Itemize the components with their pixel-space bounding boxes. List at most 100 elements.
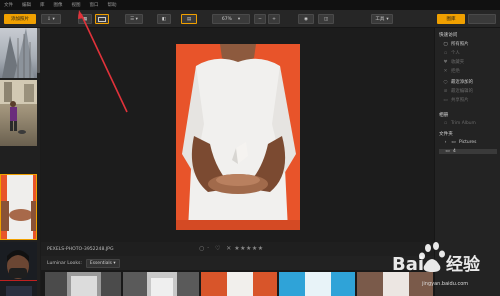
thumbnail-selected[interactable] bbox=[0, 174, 37, 240]
sidebar-item-recently-edited[interactable]: ⊘ 最近编辑的 bbox=[443, 88, 473, 95]
hands-photo bbox=[176, 44, 300, 230]
zoom-in-button[interactable]: + bbox=[268, 14, 280, 24]
folder-item-pictures[interactable]: › ▭ Pictures bbox=[443, 140, 477, 145]
looks-category-value: Essentials bbox=[89, 260, 112, 266]
person-icon: ▫ bbox=[443, 50, 448, 56]
sidebar-item-label: 收藏夹 bbox=[451, 60, 465, 65]
look-preview-1[interactable] bbox=[45, 272, 121, 296]
sidebar-item-label: 最近编辑的 bbox=[451, 89, 473, 94]
chevron-right-icon: › bbox=[444, 140, 447, 145]
look-preview-2[interactable] bbox=[123, 272, 199, 296]
main-photo[interactable] bbox=[176, 44, 300, 230]
folder-label: Pictures bbox=[459, 140, 477, 145]
looks-strip bbox=[41, 270, 434, 296]
sidebar-item-rejected[interactable]: ✕ 拒绝 bbox=[443, 68, 460, 75]
grid-view-button[interactable]: ▦ bbox=[78, 14, 92, 24]
sidebar-item-shared[interactable]: ▭ 共享照片 bbox=[443, 97, 469, 104]
menu-library[interactable]: 库 bbox=[40, 2, 45, 8]
albums-title: 相册 bbox=[439, 113, 449, 118]
thumbnail-mask-man[interactable] bbox=[0, 242, 37, 296]
sort-dropdown[interactable]: ☰ ▾ bbox=[125, 14, 143, 24]
rating-controls[interactable]: ○ · ♡ ✕ ★★★★★ bbox=[199, 245, 264, 252]
edit-tab[interactable] bbox=[468, 14, 496, 24]
add-photos-button[interactable]: 添加照片 bbox=[4, 14, 36, 24]
export-dropdown[interactable]: ⇩ ▾ bbox=[41, 14, 61, 24]
sidebar-item-label: 所有照片 bbox=[451, 42, 469, 47]
sidebar-item-all-photos[interactable]: ▢ 所有照片 bbox=[443, 41, 469, 48]
menu-view[interactable]: 视图 bbox=[72, 2, 81, 8]
menu-window[interactable]: 窗口 bbox=[90, 2, 99, 8]
heart-icon[interactable]: ♡ bbox=[215, 245, 221, 252]
compare-button[interactable]: ◫ bbox=[318, 14, 334, 24]
folder-item-4[interactable]: ▭ 4 bbox=[439, 149, 497, 154]
mask-man-image bbox=[0, 250, 37, 296]
look-image-3 bbox=[227, 272, 253, 296]
look-image-4 bbox=[305, 272, 331, 296]
baidu-logo: Bai 经验 bbox=[392, 242, 481, 275]
svg-text:经验: 经验 bbox=[446, 254, 481, 275]
zoom-value: 67% bbox=[221, 16, 232, 22]
library-tab[interactable]: 图库 bbox=[437, 14, 465, 24]
thumbnail-street[interactable] bbox=[0, 80, 37, 146]
single-view-button[interactable] bbox=[95, 14, 109, 24]
share-icon: ▭ bbox=[443, 97, 448, 103]
looks-bar: Luminar Looks: Essentials ▾ bbox=[41, 256, 434, 270]
menu-image[interactable]: 图像 bbox=[54, 2, 63, 8]
folder-label: 4 bbox=[453, 149, 456, 154]
sidebar-item-label: 最近添加的 bbox=[451, 80, 473, 85]
reject-icon: ✕ bbox=[443, 68, 448, 74]
folders-title: 文件夹 bbox=[439, 132, 453, 137]
filmstrip-toggle-button[interactable]: ▤ bbox=[181, 14, 197, 24]
zoom-select[interactable]: 67% ▾ bbox=[212, 14, 250, 24]
sidebar-item-favorites[interactable]: ♥ 收藏夹 bbox=[443, 59, 465, 66]
grid-icon: ▦ bbox=[82, 16, 88, 22]
single-view-icon bbox=[98, 16, 106, 22]
rating-stars[interactable]: ✕ ★★★★★ bbox=[226, 245, 263, 252]
sidebar-icon: ◧ bbox=[161, 16, 167, 22]
sidebar-item-label: 拒绝 bbox=[451, 69, 460, 74]
preview-button[interactable]: ◉ bbox=[298, 14, 314, 24]
sidebar-item-label: 共享照片 bbox=[451, 98, 469, 103]
download-icon: ⇩ ▾ bbox=[47, 16, 55, 22]
zoom-out-button[interactable]: − bbox=[254, 14, 266, 24]
building-image bbox=[2, 28, 34, 78]
album-item[interactable]: ▫ Trim Album bbox=[443, 121, 476, 126]
menu-edit[interactable]: 编辑 bbox=[22, 2, 31, 8]
svg-text:Bai: Bai bbox=[392, 254, 424, 275]
menu-bar: 文件 编辑 库 图像 视图 窗口 帮助 bbox=[0, 0, 500, 10]
file-name: PEXELS-PHOTO-3952248.JPG bbox=[47, 246, 114, 252]
chevron-down-icon: ▾ bbox=[386, 16, 389, 22]
flag-icon[interactable]: ○ · bbox=[199, 245, 210, 252]
recent-icon: ◌ bbox=[443, 79, 448, 85]
chevron-down-icon: ▾ bbox=[237, 16, 241, 22]
menu-help[interactable]: 帮助 bbox=[108, 2, 117, 8]
filmstrip bbox=[0, 28, 40, 296]
album-icon: ▫ bbox=[443, 121, 448, 126]
album-label: Trim Album bbox=[451, 121, 476, 126]
eye-icon: ◉ bbox=[304, 16, 308, 22]
info-strip: PEXELS-PHOTO-3952248.JPG ○ · ♡ ✕ ★★★★★ bbox=[41, 242, 434, 256]
looks-label: Luminar Looks: bbox=[47, 260, 82, 266]
luminar-window: 文件 编辑 库 图像 视图 窗口 帮助 添加照片 ⇩ ▾ ▦ ☰ ▾ ◧ ▤ 6… bbox=[0, 0, 500, 296]
thumbnail-building[interactable] bbox=[0, 28, 37, 78]
photos-icon: ▢ bbox=[443, 41, 448, 47]
folder-icon: ▭ bbox=[451, 140, 456, 145]
sidebar-item-personal[interactable]: ▫ 个人 bbox=[443, 50, 460, 57]
filmstrip-scrollbar[interactable] bbox=[37, 28, 40, 73]
sidebar-item-recently-added[interactable]: ◌ 最近添加的 bbox=[443, 79, 473, 86]
look-preview-4[interactable] bbox=[279, 272, 355, 296]
look-preview-3[interactable] bbox=[201, 272, 277, 296]
toolbar: 添加照片 ⇩ ▾ ▦ ☰ ▾ ◧ ▤ 67% ▾ − + ◉ ◫ 工具 ▾ 图库 bbox=[0, 10, 500, 28]
menu-file[interactable]: 文件 bbox=[4, 2, 13, 8]
sidebar-item-label: 个人 bbox=[451, 51, 460, 56]
sidebar-toggle-button[interactable]: ◧ bbox=[157, 14, 171, 24]
heart-icon: ♥ bbox=[443, 59, 448, 65]
compare-icon: ◫ bbox=[323, 16, 329, 22]
looks-category-select[interactable]: Essentials ▾ bbox=[85, 258, 120, 268]
watermark-url: jingyan.baidu.com bbox=[422, 281, 469, 287]
quick-access-title: 快速访问 bbox=[439, 33, 458, 38]
look-image-2 bbox=[147, 272, 177, 296]
image-canvas bbox=[41, 28, 434, 242]
tools-dropdown[interactable]: 工具 ▾ bbox=[371, 14, 393, 24]
watermark: Bai 经验 jingyan.baidu.com bbox=[384, 240, 500, 296]
